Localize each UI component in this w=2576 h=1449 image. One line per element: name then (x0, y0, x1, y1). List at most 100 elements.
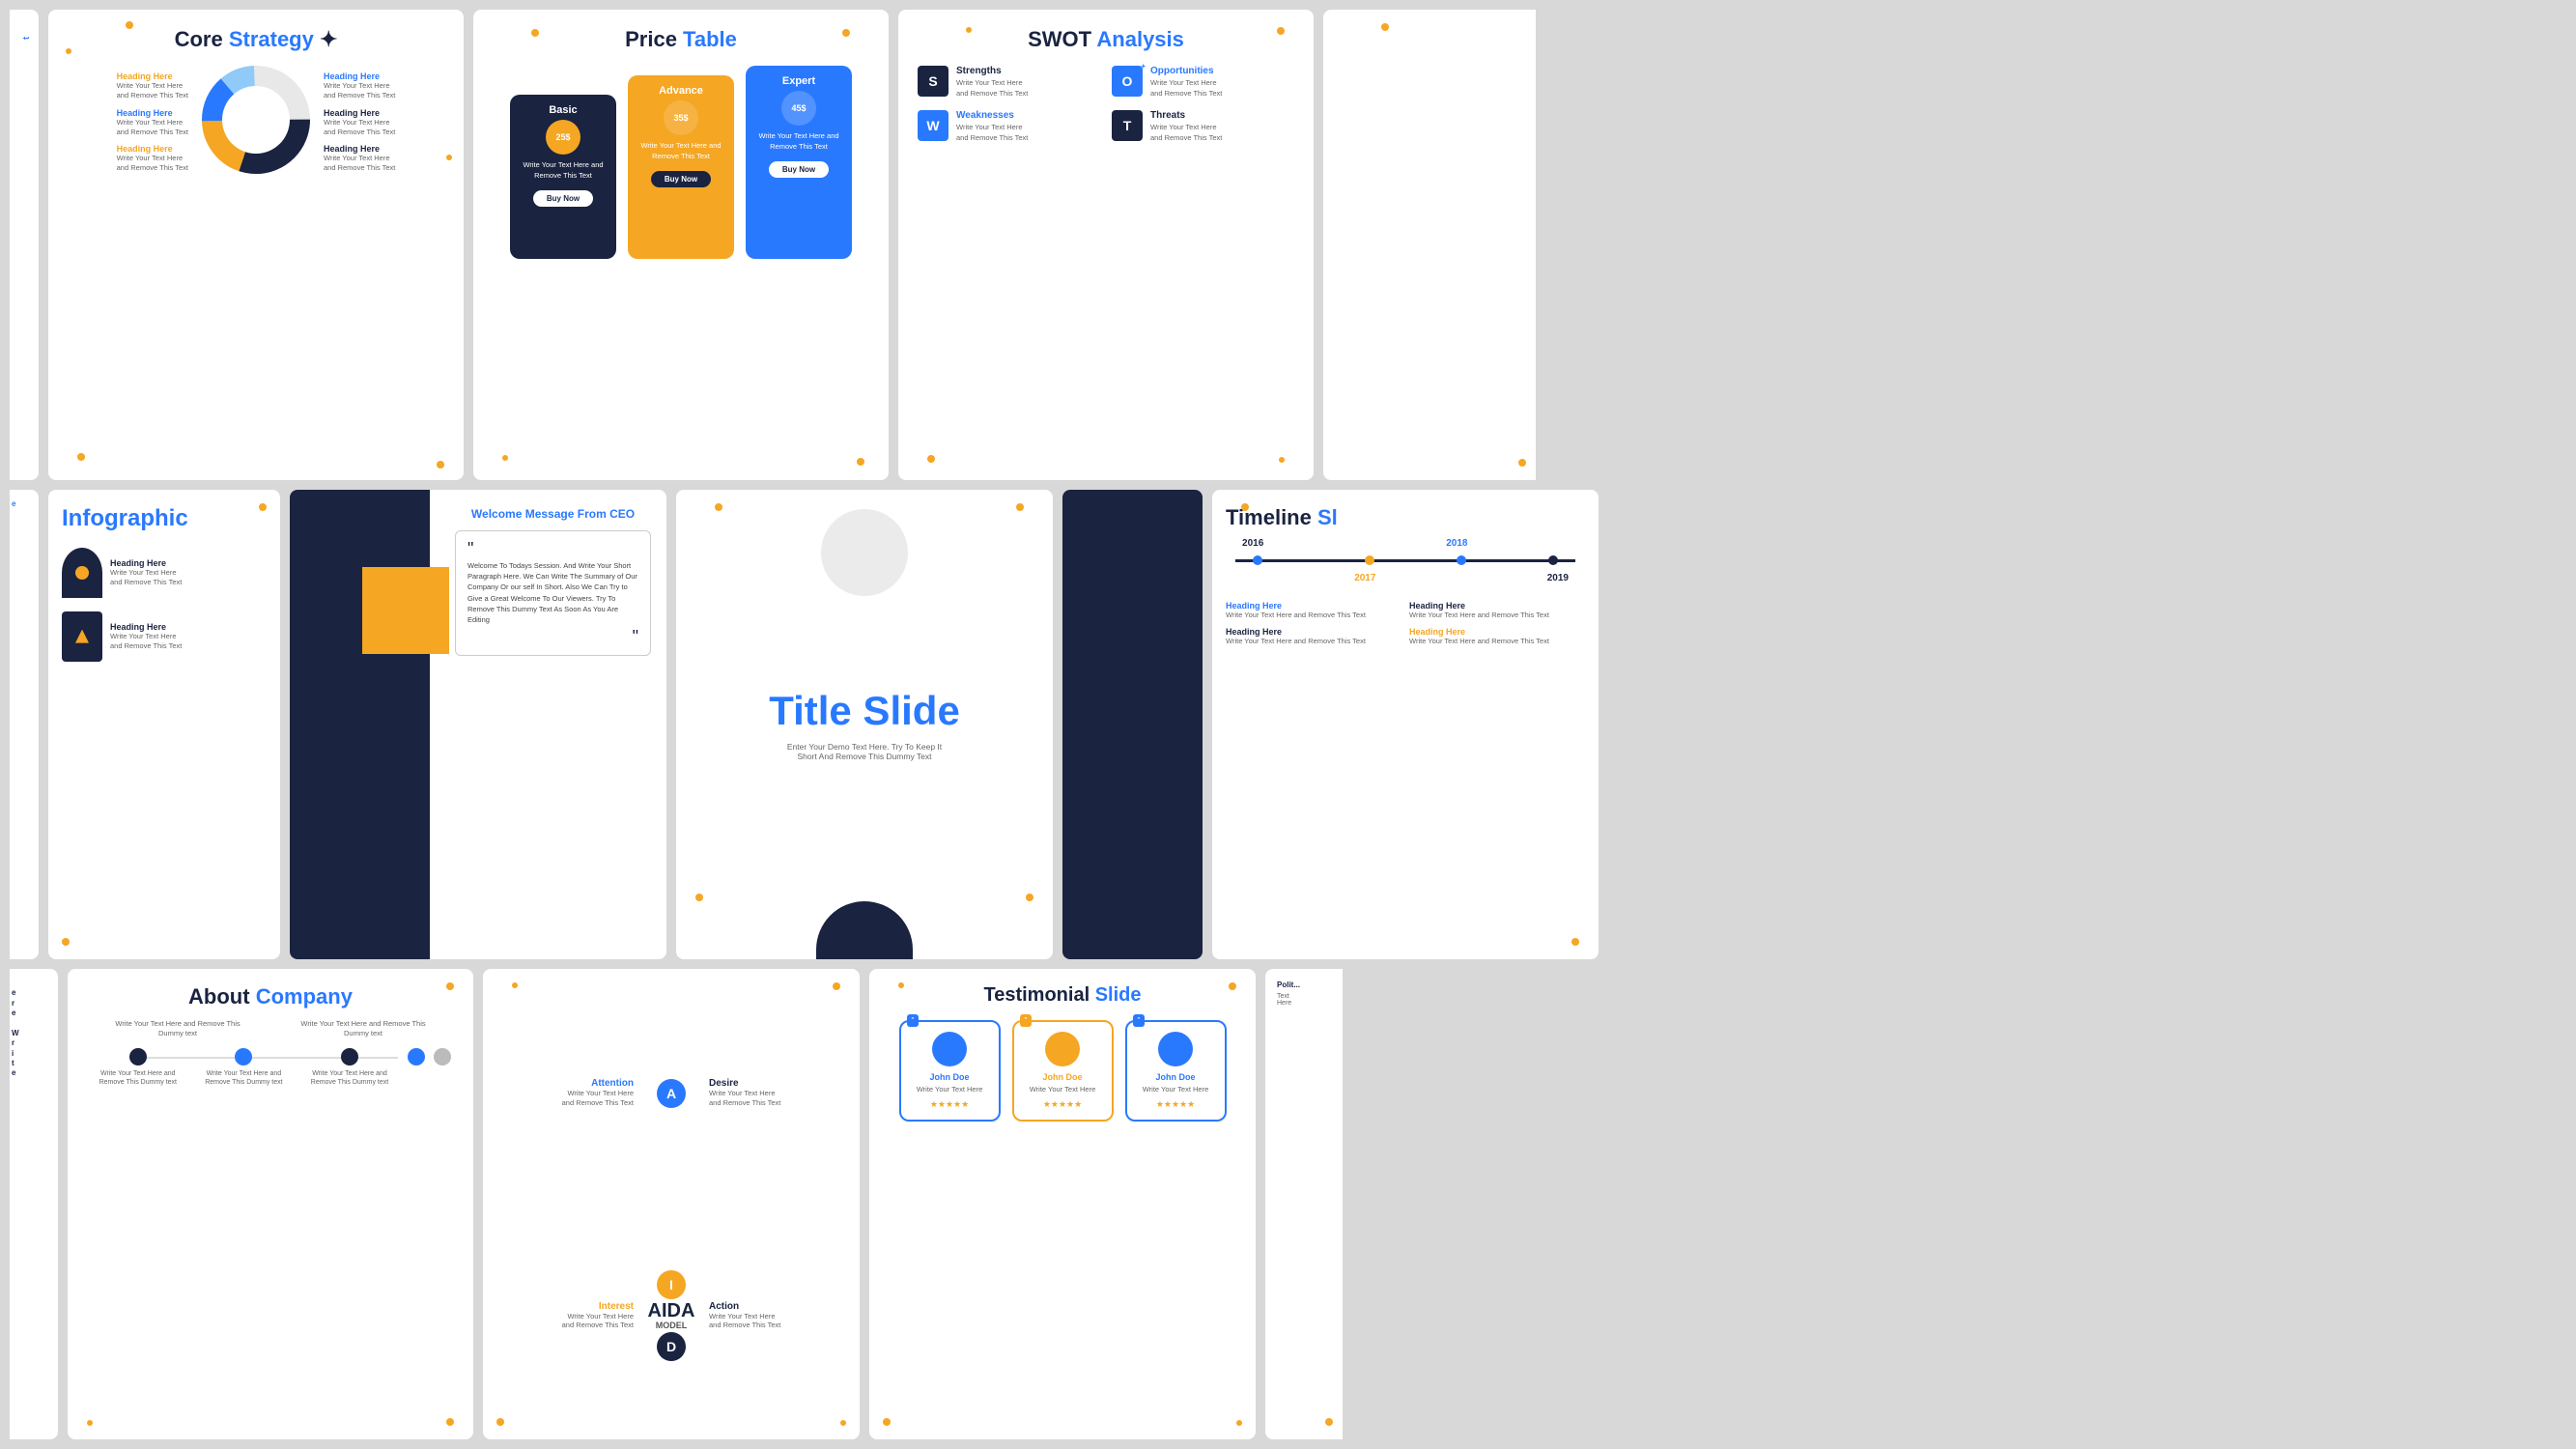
expert-buy-btn[interactable]: Buy Now (769, 161, 829, 178)
tl-entry-2-text: Write Your Text Here and Remove This Tex… (1409, 611, 1585, 620)
about-node-1-text: Write Your Text Here and Remove This Dum… (90, 1069, 186, 1087)
partial-r3-text: Polit... (1277, 980, 1331, 989)
testimonial-cards: " John Doe Write Your Text Here ★★★★★ " … (887, 1020, 1238, 1122)
partial-right-3: Polit... TextHere (1265, 969, 1343, 1439)
swot-dot-1 (966, 27, 972, 33)
donut-left-items: Heading Here Write Your Text Hereand Rem… (117, 71, 188, 173)
about-circle-1 (129, 1048, 147, 1065)
core-item-1: Heading Here Write Your Text Hereand Rem… (117, 71, 188, 100)
title-dot-4 (1026, 894, 1033, 901)
ceo-quote-text: Welcome To Todays Session. And Write You… (467, 560, 638, 626)
tl-entry-4: Heading Here Write Your Text Here and Re… (1409, 627, 1585, 646)
ceo-yellow-box (362, 567, 449, 654)
basic-text: Write Your Text Here and Remove This Tex… (518, 160, 609, 181)
row-1: t Core Strategy ✦ Heading Here Write You… (10, 10, 2566, 480)
inf-icon-2 (62, 611, 102, 662)
about-circle-4 (408, 1048, 425, 1065)
core-item-6-text: Write Your Text Hereand Remove This Text (324, 154, 395, 173)
partial-text-2: e (12, 499, 15, 508)
inf-text-2: Write Your Text Hereand Remove This Text (110, 632, 182, 651)
slides-container: t Core Strategy ✦ Heading Here Write You… (0, 0, 2576, 1449)
aida-interest-text: Write Your Text Hereand Remove This Text (500, 1312, 634, 1331)
about-circle-3 (341, 1048, 358, 1065)
tl-entry-2-heading: Heading Here (1409, 601, 1585, 611)
test-quote-2: " (1020, 1014, 1033, 1027)
ceo-title: Welcome Message From CEO (455, 507, 651, 521)
aida-attention: Attention Write Your Text Hereand Remove… (500, 1078, 641, 1108)
advance-buy-btn[interactable]: Buy Now (651, 171, 711, 187)
about-text-row: Write Your Text Here and Remove This Dum… (85, 1019, 456, 1038)
test-text-1: Write Your Text Here (909, 1085, 991, 1094)
tl-entry-4-text: Write Your Text Here and Remove This Tex… (1409, 637, 1585, 646)
about-text-2: Write Your Text Here and Remove This Dum… (300, 1019, 426, 1038)
swot-t-label: Threats (1150, 110, 1222, 121)
swot-dot-4 (1279, 457, 1285, 463)
test-text-3: Write Your Text Here (1135, 1085, 1217, 1094)
about-nodes: Write Your Text Here and Remove This Dum… (85, 1048, 456, 1087)
swot-s-text: Write Your Text Hereand Remove This Text (956, 78, 1028, 99)
tl-year-2018: 2018 (1446, 538, 1467, 549)
aida-a-circle: A (657, 1079, 686, 1108)
swot-s-icon: S (918, 66, 948, 97)
test-avatar-3 (1158, 1032, 1193, 1066)
basic-buy-btn[interactable]: Buy Now (533, 190, 593, 207)
about-circle-2 (235, 1048, 252, 1065)
swot-weaknesses: W Weaknesses Write Your Text Hereand Rem… (918, 110, 1100, 143)
slide-testimonial: Testimonial Slide " John Doe Write Your … (869, 969, 1256, 1439)
dot-4 (437, 461, 444, 469)
about-node-3-text: Write Your Text Here and Remove This Dum… (301, 1069, 398, 1087)
tl-year-2016: 2016 (1242, 538, 1263, 549)
swot-o-label: Opportunities (1150, 66, 1222, 76)
core-item-5-text: Write Your Text Hereand Remove This Text (324, 118, 395, 137)
advance-text: Write Your Text Here and Remove This Tex… (636, 141, 726, 161)
inf-item-1: Heading Here Write Your Text Hereand Rem… (62, 548, 267, 598)
test-name-2: John Doe (1022, 1072, 1104, 1082)
core-item-2-text: Write Your Text Hereand Remove This Text (117, 118, 188, 137)
swot-dot-2 (1277, 27, 1285, 35)
price-dot-4 (857, 458, 864, 466)
inf-heading-1: Heading Here (110, 558, 182, 568)
inf-dot-2 (62, 938, 70, 946)
about-node-5 (434, 1048, 451, 1065)
core-item-2-title: Heading Here (117, 108, 188, 118)
core-item-3-text: Write Your Text Hereand Remove This Text (117, 154, 188, 173)
tl-entry-3-heading: Heading Here (1226, 627, 1401, 637)
slide-about-company: About Company Write Your Text Here and R… (68, 969, 473, 1439)
swot-s-label: Strengths (956, 66, 1028, 76)
tl-entry-2: Heading Here Write Your Text Here and Re… (1409, 601, 1585, 620)
aida-i-circle: I (657, 1270, 686, 1299)
title-slide-sub: Enter Your Demo Text Here. Try To Keep I… (787, 742, 942, 761)
about-node-1: Write Your Text Here and Remove This Dum… (90, 1048, 186, 1087)
tl-year-2019: 2019 (1547, 573, 1569, 583)
about-circle-5 (434, 1048, 451, 1065)
core-item-1-title: Heading Here (117, 71, 188, 81)
about-timeline-container: Write Your Text Here and Remove This Dum… (85, 1048, 456, 1087)
price-card-basic: Basic 25$ Write Your Text Here and Remov… (510, 95, 616, 259)
partial-text-3: ereWrite (12, 988, 19, 1079)
title-dot-1 (715, 503, 722, 511)
swot-t-text: Write Your Text Hereand Remove This Text (1150, 123, 1222, 143)
about-node-2-text: Write Your Text Here and Remove This Dum… (195, 1069, 292, 1087)
test-quote-1: " (907, 1014, 920, 1027)
swot-w-text: Write Your Text Hereand Remove This Text (956, 123, 1028, 143)
tl-dot-2 (1571, 938, 1579, 946)
swot-o-text: Write Your Text Hereand Remove This Text (1150, 78, 1222, 99)
basic-name: Basic (518, 104, 609, 116)
core-item-6-title: Heading Here (324, 144, 395, 154)
swot-w-icon: W (918, 110, 948, 141)
test-card-2: " John Doe Write Your Text Here ★★★★★ (1012, 1020, 1114, 1122)
swot-dot-3 (927, 455, 935, 463)
dot-3 (77, 453, 85, 461)
partial-right-1 (1323, 10, 1536, 480)
test-avatar-2 (1045, 1032, 1080, 1066)
aida-center-area: I AIDA MODEL D (647, 1270, 695, 1361)
infographic-items: Heading Here Write Your Text Hereand Rem… (62, 548, 267, 662)
pr-dot-2 (1518, 459, 1526, 467)
ceo-content: Welcome Message From CEO " Welcome To To… (439, 490, 666, 673)
tl-dot-1 (1241, 503, 1249, 511)
tl-node-1 (1253, 555, 1262, 565)
aida-desire-text: Write Your Text Hereand Remove This Text (709, 1089, 842, 1108)
aida-attention-text: Write Your Text Hereand Remove This Text (500, 1089, 634, 1108)
quote-open: " (467, 541, 638, 556)
row-2: e Infographic Heading Here Write Your Te… (10, 490, 2566, 960)
